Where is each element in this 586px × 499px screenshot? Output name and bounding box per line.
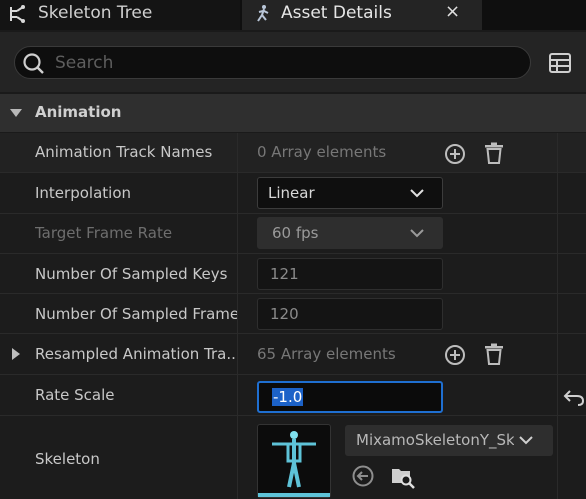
section-title: Animation — [35, 103, 122, 121]
column-divider — [237, 214, 238, 253]
column-divider — [557, 375, 558, 415]
tab-skeleton-tree[interactable]: Skeleton Tree — [0, 0, 240, 30]
asset-details-icon — [257, 5, 269, 22]
array-count: 0 Array elements — [257, 143, 387, 161]
column-divider — [237, 375, 238, 415]
search-toolbar — [0, 32, 586, 92]
row-number-of-sampled-keys: Number Of Sampled Keys 121 — [0, 254, 586, 294]
column-divider — [557, 334, 558, 374]
row-animation-track-names: Animation Track Names 0 Array elements — [0, 133, 586, 173]
skeleton-asset-picker[interactable]: MixamoSkeletonY_Sk — [345, 425, 553, 456]
row-target-frame-rate: Target Frame Rate 60 fps — [0, 214, 586, 254]
property-label: Resampled Animation Tra... — [35, 345, 235, 363]
row-interpolation: Interpolation Linear — [0, 173, 586, 214]
column-divider — [237, 173, 238, 213]
column-divider — [557, 214, 558, 253]
column-divider — [557, 294, 558, 333]
property-label: Animation Track Names — [35, 143, 213, 161]
property-label: Skeleton — [35, 450, 100, 468]
row-rate-scale: Rate Scale -1.0 — [0, 375, 586, 416]
tab-asset-details[interactable]: Asset Details × — [242, 0, 482, 30]
tab-bar: Skeleton Tree Asset Details × — [0, 0, 586, 30]
skeleton-thumbnail[interactable] — [257, 424, 331, 498]
column-divider — [237, 254, 238, 293]
dropdown-value: 60 fps — [272, 224, 319, 242]
tab-label: Skeleton Tree — [38, 3, 153, 23]
property-label: Interpolation — [35, 184, 131, 202]
reset-to-default-icon[interactable] — [562, 385, 586, 409]
chevron-down-icon — [410, 229, 424, 238]
search-input[interactable] — [55, 50, 515, 76]
add-element-icon[interactable] — [443, 343, 467, 367]
column-divider — [237, 416, 238, 499]
sampled-keys-field: 121 — [257, 258, 443, 290]
property-label: Rate Scale — [35, 386, 115, 404]
browse-to-asset-icon[interactable] — [390, 463, 416, 489]
property-label: Number Of Sampled Frames — [35, 305, 237, 323]
close-icon[interactable]: × — [445, 1, 460, 22]
row-number-of-sampled-frames: Number Of Sampled Frames 120 — [0, 294, 586, 334]
search-box[interactable] — [14, 46, 531, 79]
thumbnail-type-bar — [258, 493, 330, 497]
skeleton-tree-icon — [10, 5, 25, 23]
chevron-down-icon — [410, 189, 424, 198]
frame-rate-dropdown: 60 fps — [257, 217, 443, 249]
sampled-frames-field: 120 — [257, 298, 443, 330]
column-divider — [237, 334, 238, 374]
expand-arrow-icon[interactable] — [12, 348, 20, 360]
row-resampled-animation-track: Resampled Animation Tra... 65 Array elem… — [0, 334, 586, 375]
column-divider — [557, 133, 558, 172]
asset-name: MixamoSkeletonY_Sk — [356, 431, 514, 449]
column-divider — [557, 416, 558, 499]
section-header-animation[interactable]: Animation — [0, 94, 586, 132]
array-count: 65 Array elements — [257, 345, 396, 363]
dropdown-value: Linear — [268, 184, 315, 202]
field-value: 120 — [270, 305, 299, 323]
column-divider — [557, 254, 558, 293]
delete-all-icon[interactable] — [482, 342, 506, 366]
use-selected-asset-icon[interactable] — [351, 464, 375, 488]
search-icon — [23, 53, 44, 74]
chevron-down-icon — [519, 436, 533, 445]
property-label: Target Frame Rate — [35, 224, 173, 242]
property-label: Number Of Sampled Keys — [35, 265, 228, 283]
rate-scale-input[interactable]: -1.0 — [257, 381, 443, 413]
column-divider — [237, 133, 238, 172]
field-value: -1.0 — [272, 388, 304, 406]
delete-all-icon[interactable] — [482, 141, 506, 165]
interpolation-dropdown[interactable]: Linear — [257, 177, 443, 209]
column-divider — [557, 173, 558, 213]
property-matrix-icon[interactable] — [547, 51, 573, 75]
column-divider — [237, 294, 238, 333]
skeleton-figure-icon — [272, 431, 316, 488]
collapse-arrow-icon — [10, 109, 22, 117]
field-value: 121 — [270, 265, 299, 283]
add-element-icon[interactable] — [443, 142, 467, 166]
tab-label: Asset Details — [281, 3, 392, 23]
